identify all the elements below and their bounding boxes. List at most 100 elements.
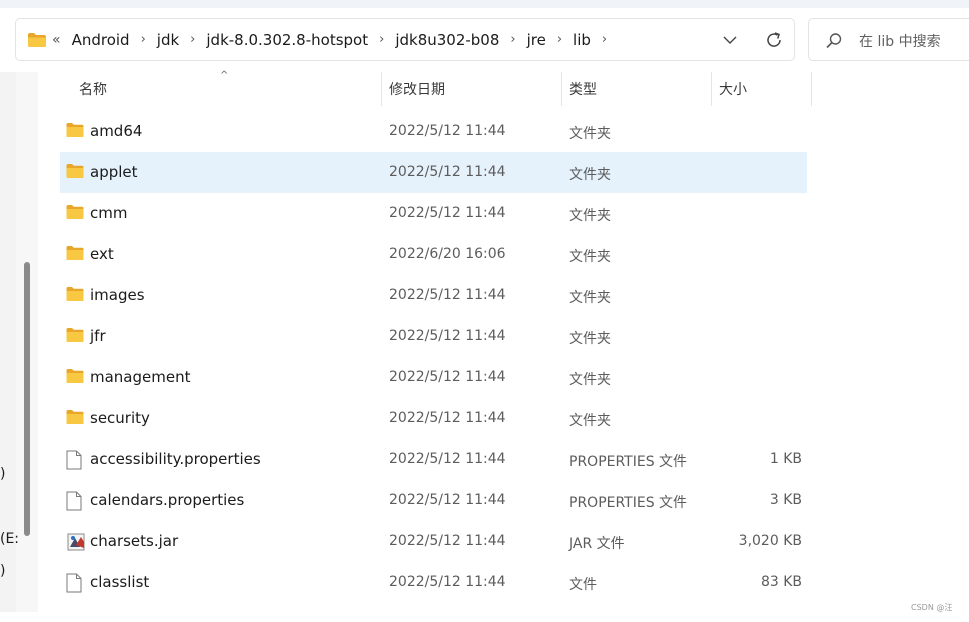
file-modified-date: 2022/5/12 11:44 bbox=[389, 369, 506, 385]
folder-icon bbox=[66, 409, 84, 427]
file-row-cmm[interactable]: cmm 2022/5/12 11:44 文件夹 bbox=[60, 193, 807, 234]
file-size: 3,020 KB bbox=[738, 533, 802, 549]
chevron-right-icon[interactable]: › bbox=[379, 32, 384, 47]
file-row-jfr[interactable]: jfr 2022/5/12 11:44 文件夹 bbox=[60, 316, 807, 357]
breadcrumb-android[interactable]: Android bbox=[69, 29, 133, 51]
column-header-row: ^ 名称 修改日期 类型 大小 bbox=[60, 70, 812, 106]
file-icon bbox=[66, 573, 84, 593]
breadcrumb-overflow[interactable]: « bbox=[52, 32, 61, 48]
breadcrumb: « Android › jdk › jdk-8.0.302.8-hotspot … bbox=[52, 19, 615, 60]
file-name[interactable]: management bbox=[90, 368, 190, 386]
file-modified-date: 2022/5/12 11:44 bbox=[389, 205, 506, 221]
file-row-classlist[interactable]: classlist 2022/5/12 11:44 文件 83 KB bbox=[60, 562, 807, 603]
file-row-applet[interactable]: applet 2022/5/12 11:44 文件夹 bbox=[60, 152, 807, 193]
column-header-type[interactable]: 类型 bbox=[569, 72, 597, 106]
nav-item-fragment[interactable]: (E: bbox=[0, 531, 19, 547]
file-name[interactable]: security bbox=[90, 409, 150, 427]
file-row-calendars-properties[interactable]: calendars.properties 2022/5/12 11:44 PROPE… bbox=[60, 480, 807, 521]
chevron-right-icon[interactable]: › bbox=[557, 32, 562, 47]
file-type: 文件夹 bbox=[569, 208, 611, 224]
file-modified-date: 2022/5/12 11:44 bbox=[389, 410, 506, 426]
folder-icon bbox=[66, 286, 84, 304]
file-name[interactable]: cmm bbox=[90, 204, 127, 222]
watermark: CSDN @汪 bbox=[911, 603, 953, 612]
file-modified-date: 2022/5/12 11:44 bbox=[389, 123, 506, 139]
file-name[interactable]: amd64 bbox=[90, 122, 142, 140]
column-header-modified[interactable]: 修改日期 bbox=[389, 72, 445, 106]
refresh-icon[interactable] bbox=[764, 30, 784, 54]
file-type: 文件夹 bbox=[569, 372, 611, 388]
file-row-amd64[interactable]: amd64 2022/5/12 11:44 文件夹 bbox=[60, 111, 807, 152]
folder-icon bbox=[66, 245, 84, 263]
file-row-management[interactable]: management 2022/5/12 11:44 文件夹 bbox=[60, 357, 807, 398]
search-icon bbox=[825, 32, 843, 54]
nav-item-fragment[interactable]: ) bbox=[0, 466, 5, 482]
file-row-ext[interactable]: ext 2022/6/20 16:06 文件夹 bbox=[60, 234, 807, 275]
folder-icon bbox=[66, 122, 84, 140]
file-name[interactable]: applet bbox=[90, 163, 138, 181]
file-modified-date: 2022/5/12 11:44 bbox=[389, 533, 506, 549]
address-bar[interactable]: « Android › jdk › jdk-8.0.302.8-hotspot … bbox=[15, 18, 795, 61]
file-icon bbox=[66, 491, 84, 511]
breadcrumb-jdk[interactable]: jdk bbox=[154, 29, 182, 51]
file-size: 3 KB bbox=[769, 492, 802, 508]
column-divider[interactable] bbox=[381, 72, 382, 106]
file-name[interactable]: images bbox=[90, 286, 145, 304]
chevron-right-icon[interactable]: › bbox=[602, 32, 607, 47]
folder-icon bbox=[66, 204, 84, 222]
file-modified-date: 2022/5/12 11:44 bbox=[389, 164, 506, 180]
breadcrumb-jdk-version[interactable]: jdk-8.0.302.8-hotspot bbox=[203, 29, 371, 51]
file-row-security[interactable]: security 2022/5/12 11:44 文件夹 bbox=[60, 398, 807, 439]
file-row-images[interactable]: images 2022/5/12 11:44 文件夹 bbox=[60, 275, 807, 316]
chevron-right-icon[interactable]: › bbox=[510, 32, 515, 47]
file-name[interactable]: accessibility.properties bbox=[90, 450, 261, 468]
file-modified-date: 2022/5/12 11:44 bbox=[389, 492, 506, 508]
navigation-scrollbar-thumb[interactable] bbox=[24, 262, 30, 536]
search-placeholder: 在 lib 中搜索 bbox=[859, 34, 941, 50]
search-input[interactable]: 在 lib 中搜索 bbox=[808, 18, 969, 61]
file-name[interactable]: classlist bbox=[90, 573, 149, 591]
folder-icon bbox=[27, 32, 47, 52]
file-size: 1 KB bbox=[769, 451, 802, 467]
jar-file-icon bbox=[66, 532, 85, 551]
column-header-name[interactable]: 名称 bbox=[79, 72, 107, 106]
column-divider[interactable] bbox=[561, 72, 562, 106]
file-name[interactable]: ext bbox=[90, 245, 114, 263]
column-divider[interactable] bbox=[811, 72, 812, 106]
file-type: 文件夹 bbox=[569, 413, 611, 429]
file-name[interactable]: jfr bbox=[90, 327, 106, 345]
file-modified-date: 2022/5/12 11:44 bbox=[389, 451, 506, 467]
file-list: amd64 2022/5/12 11:44 文件夹 applet 2022/5/12 1… bbox=[60, 111, 807, 603]
file-name[interactable]: calendars.properties bbox=[90, 491, 244, 509]
file-modified-date: 2022/5/12 11:44 bbox=[389, 328, 506, 344]
nav-item-fragment[interactable]: ) bbox=[0, 563, 5, 579]
file-type: PROPERTIES 文件 bbox=[569, 454, 688, 470]
file-type: 文件夹 bbox=[569, 331, 611, 347]
chevron-down-icon[interactable] bbox=[722, 32, 738, 51]
breadcrumb-jre[interactable]: jre bbox=[524, 29, 549, 51]
breadcrumb-lib[interactable]: lib bbox=[570, 29, 594, 51]
file-icon bbox=[66, 450, 84, 470]
folder-icon bbox=[66, 163, 84, 181]
file-name[interactable]: charsets.jar bbox=[90, 532, 178, 550]
window-top-strip bbox=[0, 0, 969, 8]
file-modified-date: 2022/5/12 11:44 bbox=[389, 574, 506, 590]
column-divider[interactable] bbox=[711, 72, 712, 106]
column-header-size[interactable]: 大小 bbox=[719, 72, 747, 106]
file-type: 文件夹 bbox=[569, 290, 611, 306]
chevron-right-icon[interactable]: › bbox=[141, 32, 146, 47]
file-type: 文件夹 bbox=[569, 126, 611, 142]
chevron-right-icon[interactable]: › bbox=[190, 32, 195, 47]
file-type: 文件夹 bbox=[569, 167, 611, 183]
breadcrumb-jdk-build[interactable]: jdk8u302-b08 bbox=[392, 29, 502, 51]
file-type: PROPERTIES 文件 bbox=[569, 495, 688, 511]
sort-ascending-icon: ^ bbox=[220, 70, 229, 81]
file-modified-date: 2022/5/12 11:44 bbox=[389, 287, 506, 303]
file-size: 83 KB bbox=[760, 574, 802, 590]
file-row-charsets-jar[interactable]: charsets.jar 2022/5/12 11:44 JAR 文件 3,020 K… bbox=[60, 521, 807, 562]
file-type: 文件 bbox=[569, 577, 597, 593]
file-modified-date: 2022/6/20 16:06 bbox=[389, 246, 506, 262]
file-row-accessibility-properties[interactable]: accessibility.properties 2022/5/12 11:44 P… bbox=[60, 439, 807, 480]
file-type: 文件夹 bbox=[569, 249, 611, 265]
folder-icon bbox=[66, 368, 84, 386]
